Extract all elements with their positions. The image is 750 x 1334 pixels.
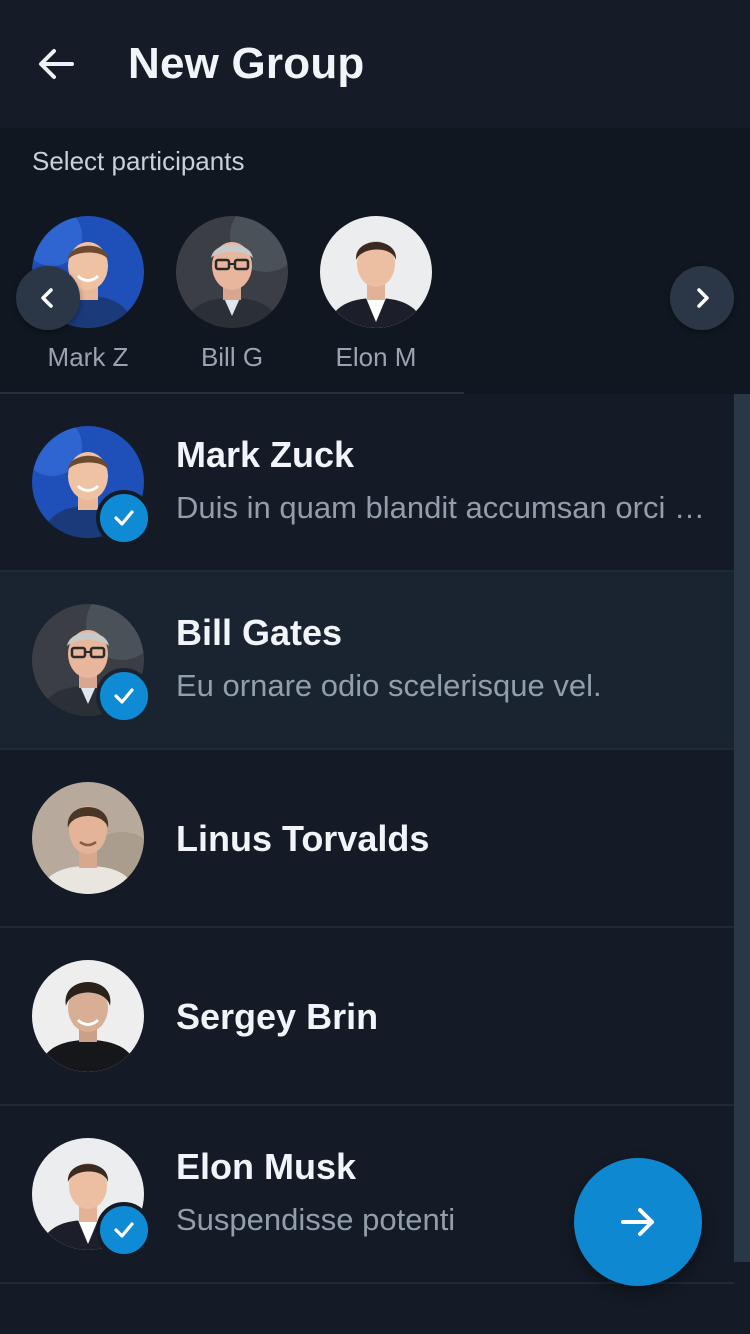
chip-name: Bill G xyxy=(200,342,264,372)
selected-chip-bill[interactable]: Bill G xyxy=(176,216,288,373)
contact-name: Mark Zuck xyxy=(176,434,355,475)
contact-name: Sergey Brin xyxy=(176,996,379,1037)
list-item[interactable]: Mark Zuck Duis in quam blandit accumsan … xyxy=(0,394,734,572)
check-icon xyxy=(114,510,134,526)
avatar xyxy=(32,604,152,724)
avatar xyxy=(32,426,152,546)
scroll-right-button[interactable] xyxy=(670,266,734,330)
avatar xyxy=(176,216,288,328)
list-item[interactable]: Sergey Brin xyxy=(0,928,734,1106)
contact-name: Linus Torvalds xyxy=(176,818,430,859)
page-title: New Group xyxy=(128,39,365,88)
arrow-right-icon xyxy=(621,1208,654,1236)
contact-status: Duis in quam blandit accumsan orci eget xyxy=(176,490,706,525)
list-scrollbar[interactable] xyxy=(734,394,750,1262)
chip-name: Elon M xyxy=(335,342,417,372)
avatar xyxy=(32,782,144,894)
select-participants-label: Select participants xyxy=(32,146,245,176)
check-icon xyxy=(114,1222,134,1238)
contact-name: Bill Gates xyxy=(176,612,343,653)
contact-name: Elon Musk xyxy=(176,1146,357,1187)
selected-participants-strip: Select participants Mark Z Bill G Elon M xyxy=(0,128,750,394)
avatar xyxy=(32,960,144,1072)
back-button[interactable] xyxy=(28,36,84,92)
app-bar: New Group xyxy=(0,0,750,128)
avatar xyxy=(32,1138,152,1258)
arrow-left-icon xyxy=(39,49,74,79)
selected-check-badge xyxy=(96,668,152,724)
contact-status: Eu ornare odio scelerisque vel. xyxy=(176,668,602,703)
avatar xyxy=(320,216,432,328)
scroll-left-button[interactable] xyxy=(16,266,80,330)
avatar-image xyxy=(32,960,144,1072)
chevron-right-icon xyxy=(697,288,709,308)
next-button[interactable] xyxy=(574,1158,702,1286)
list-item[interactable]: Bill Gates Eu ornare odio scelerisque ve… xyxy=(0,572,734,750)
selected-chip-elon[interactable]: Elon M xyxy=(320,216,432,373)
selected-check-badge xyxy=(96,1202,152,1258)
new-group-screen: New Group Select participants Mark Z Bil… xyxy=(0,0,750,1334)
chevron-left-icon xyxy=(41,288,53,308)
avatar-image xyxy=(32,782,144,894)
check-icon xyxy=(114,688,134,704)
selected-check-badge xyxy=(96,490,152,546)
list-item[interactable]: Linus Torvalds xyxy=(0,750,734,928)
chip-name: Mark Z xyxy=(47,342,129,372)
contact-list[interactable]: Mark Zuck Duis in quam blandit accumsan … xyxy=(0,394,734,1284)
